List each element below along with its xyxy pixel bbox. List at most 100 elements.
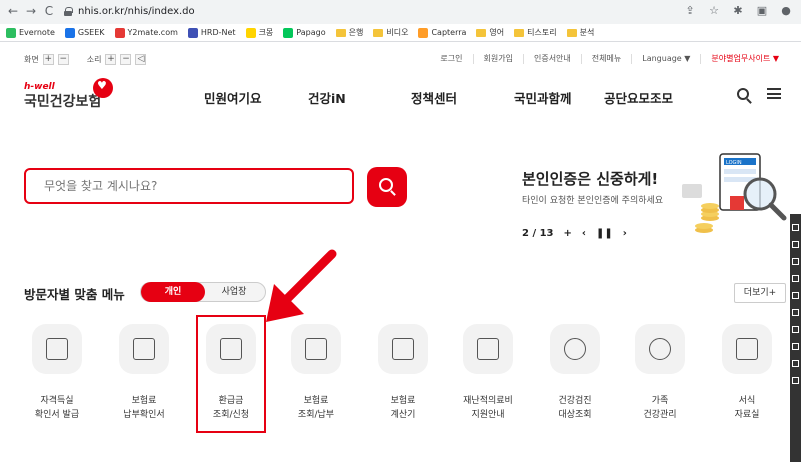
quick-menu-icon[interactable] bbox=[792, 241, 799, 248]
signup-link[interactable]: 회원가입 bbox=[472, 54, 523, 64]
visitor-menu-tile[interactable]: 재난적의료비지원안내 bbox=[452, 324, 524, 422]
profile-icon[interactable]: ● bbox=[779, 4, 793, 18]
red-arrow-annotation bbox=[266, 249, 337, 322]
tile-label-line1: 건강검진 bbox=[558, 396, 592, 406]
more-button[interactable]: 더보기+ bbox=[734, 283, 786, 303]
certificate-guide-link[interactable]: 인증서안내 bbox=[522, 54, 581, 64]
folder-icon bbox=[335, 28, 346, 37]
quick-menu-icon[interactable] bbox=[792, 377, 799, 384]
papago-icon bbox=[283, 27, 294, 38]
back-button[interactable]: ← bbox=[6, 4, 20, 18]
tab-business[interactable]: 사업장 bbox=[203, 283, 265, 301]
form-icon bbox=[722, 324, 772, 374]
promo-next-icon[interactable]: › bbox=[623, 228, 627, 239]
quick-menu-icon[interactable] bbox=[792, 309, 799, 316]
payment-monitor-icon bbox=[291, 324, 341, 374]
promo-subtitle: 타인이 요청한 본인인증에 주의하세요 bbox=[522, 196, 664, 206]
site-logo[interactable]: h-well 국민건강보험 bbox=[24, 78, 113, 111]
bookmark-item[interactable]: Capterra bbox=[418, 27, 467, 38]
login-art-text: LOGIN bbox=[726, 160, 742, 166]
bookmark-label: Y2mate.com bbox=[127, 28, 178, 37]
all-menu-link[interactable]: 전체메뉴 bbox=[580, 54, 631, 64]
bookmark-item[interactable]: Papago bbox=[283, 27, 326, 38]
promo-page-current: 2 bbox=[522, 228, 529, 239]
header-search-icon[interactable] bbox=[737, 88, 749, 100]
visitor-menu-tile[interactable]: 건강검진 대상조회 bbox=[539, 324, 611, 422]
gseek-icon bbox=[64, 27, 75, 38]
bookmark-item[interactable]: GSEEK bbox=[64, 27, 105, 38]
quick-menu-icon[interactable] bbox=[792, 360, 799, 367]
folder-icon bbox=[476, 28, 487, 37]
zoom-in-button[interactable]: + bbox=[42, 54, 54, 65]
site-search-button[interactable] bbox=[367, 167, 407, 207]
bookmark-label: 은행 bbox=[348, 28, 364, 37]
bookmarks-bar: Evernote GSEEK Y2mate.com HRD-Net 크몽 Papago 은행… bbox=[0, 24, 801, 42]
nav-item-about[interactable]: 공단요모조모 bbox=[604, 88, 673, 107]
nav-item-health-in[interactable]: 건강iN bbox=[308, 88, 346, 107]
bookmark-item[interactable]: 분석 bbox=[566, 27, 594, 38]
heart-logo-icon bbox=[93, 78, 113, 98]
bookmark-item[interactable]: Y2mate.com bbox=[114, 27, 178, 38]
bookmark-item[interactable]: 비디오 bbox=[373, 27, 408, 38]
tile-label-line1: 재난적의료비 bbox=[463, 396, 513, 406]
language-select[interactable]: Language ▼ bbox=[631, 54, 700, 64]
branch-site-select[interactable]: 분야별업무사이트 ▼ bbox=[700, 54, 789, 64]
url-field[interactable]: nhis.or.kr/nhis/index.do bbox=[64, 3, 714, 21]
bookmark-label: Capterra bbox=[431, 28, 467, 37]
bookmark-label: Evernote bbox=[19, 28, 55, 37]
share-icon[interactable]: ⇪ bbox=[683, 4, 697, 18]
speaker-icon[interactable]: ◁ bbox=[135, 54, 147, 65]
visitor-menu-tile[interactable]: 서식 자료실 bbox=[711, 324, 783, 422]
bookmark-item[interactable]: HRD-Net bbox=[187, 27, 236, 38]
quick-menu-icon[interactable] bbox=[792, 343, 799, 350]
visitor-menu-tile[interactable]: 가족 건강관리 bbox=[624, 324, 696, 422]
tile-label-line2: 건강관리 bbox=[643, 410, 677, 420]
tile-label-line2: 납부확인서 bbox=[123, 410, 165, 420]
capterra-icon bbox=[418, 27, 429, 38]
tile-label-line1: 보험료 bbox=[303, 396, 329, 406]
bookmark-item[interactable]: Evernote bbox=[6, 27, 55, 38]
screen-label: 화면 bbox=[24, 55, 39, 64]
tile-label-line1: 보험료 bbox=[131, 396, 157, 406]
bookmark-item[interactable]: 은행 bbox=[335, 27, 364, 38]
volume-up-button[interactable]: + bbox=[105, 54, 117, 65]
bookmark-item[interactable]: 영어 bbox=[476, 27, 504, 38]
visitor-type-toggle: 개인 사업장 bbox=[140, 282, 266, 302]
highlight-annotation-box bbox=[196, 315, 266, 433]
quick-menu-icon[interactable] bbox=[792, 292, 799, 299]
bookmark-item[interactable]: 크몽 bbox=[245, 27, 273, 38]
calculator-icon bbox=[378, 324, 428, 374]
promo-add-icon[interactable]: + bbox=[564, 228, 572, 239]
extensions-icon[interactable]: ✱ bbox=[731, 4, 745, 18]
tile-label-line2: 지원안내 bbox=[471, 410, 505, 420]
bookmark-item[interactable]: 티스토리 bbox=[514, 27, 557, 38]
quick-menu-icon[interactable] bbox=[792, 258, 799, 265]
reload-button[interactable]: C bbox=[42, 4, 56, 18]
tab-personal[interactable]: 개인 bbox=[141, 282, 205, 302]
promo-pager: 2 / 13 + ‹ ❚❚ › bbox=[522, 228, 627, 239]
site-search-input[interactable] bbox=[24, 168, 354, 204]
zoom-out-button[interactable]: − bbox=[57, 54, 69, 65]
forward-button[interactable]: → bbox=[24, 4, 38, 18]
visitor-menu-tile[interactable]: 보험료 조회/납부 bbox=[280, 324, 352, 422]
promo-page-total: 13 bbox=[539, 228, 554, 239]
nav-item-policy-center[interactable]: 정책센터 bbox=[411, 88, 457, 107]
visitor-menu-tile[interactable]: 보험료납부확인서 bbox=[108, 324, 180, 422]
visitor-menu-tile[interactable]: 자격득실 확인서 발급 bbox=[21, 324, 93, 422]
quick-menu-icon[interactable] bbox=[792, 224, 799, 231]
bookmark-label: 영어 bbox=[489, 28, 505, 37]
promo-pause-icon[interactable]: ❚❚ bbox=[596, 228, 613, 239]
tile-label-line1: 서식 bbox=[738, 396, 756, 406]
visitor-menu-tile[interactable]: 보험료 계산기 bbox=[367, 324, 439, 422]
star-icon[interactable]: ☆ bbox=[707, 4, 721, 18]
login-link[interactable]: 로그인 bbox=[430, 54, 472, 64]
quick-menu-icon[interactable] bbox=[792, 326, 799, 333]
quick-menu-icon[interactable] bbox=[792, 275, 799, 282]
nav-item-civil-service[interactable]: 민원여기요 bbox=[204, 88, 262, 107]
volume-down-button[interactable]: − bbox=[120, 54, 132, 65]
id-card-icon bbox=[32, 324, 82, 374]
window-icon[interactable]: ▣ bbox=[755, 4, 769, 18]
hamburger-menu-icon[interactable] bbox=[767, 88, 781, 99]
nav-item-together[interactable]: 국민과함께 bbox=[514, 88, 572, 107]
promo-prev-icon[interactable]: ‹ bbox=[582, 228, 586, 239]
